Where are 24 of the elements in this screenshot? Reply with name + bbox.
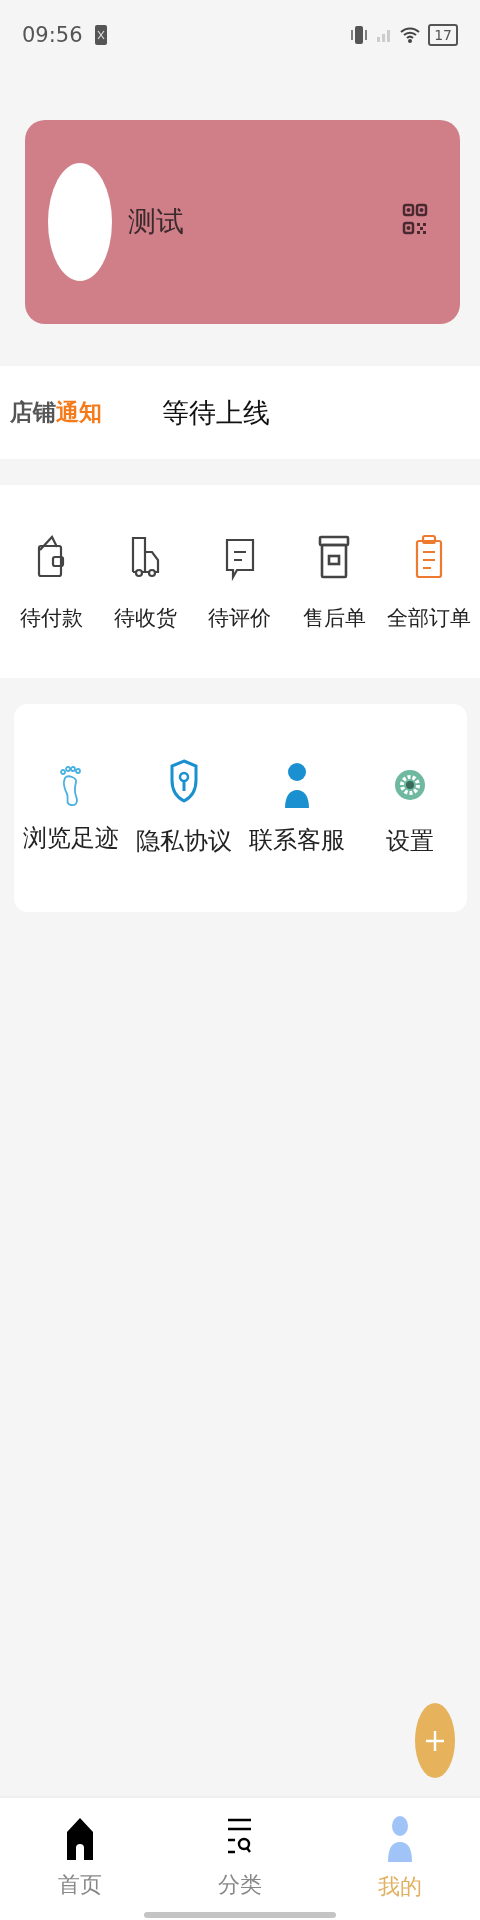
order-item[interactable]: 售后单: [289, 531, 380, 632]
order-item[interactable]: 待评价: [194, 531, 285, 632]
person-icon: [284, 760, 311, 810]
notification-icon: [94, 25, 107, 45]
tab-item[interactable]: 分类: [180, 1798, 300, 1900]
service-item[interactable]: 浏览足迹: [15, 762, 126, 854]
notice-text: 等待上线: [162, 395, 270, 430]
order-item[interactable]: 待付款: [6, 531, 97, 632]
service-item[interactable]: 联系客服: [242, 760, 353, 856]
shop-notice-logo: 店铺通知: [10, 398, 102, 427]
plus-icon: [425, 1728, 445, 1753]
signal-icon: [376, 28, 393, 42]
wifi-icon: [400, 26, 421, 44]
status-time: 09:56: [22, 23, 83, 47]
tab-item[interactable]: 首页: [20, 1798, 140, 1900]
battery-level: 17: [428, 24, 458, 46]
profile-card[interactable]: 测试: [25, 120, 460, 324]
order-item[interactable]: 全部订单: [383, 531, 474, 632]
service-item[interactable]: 设置: [355, 759, 466, 857]
person-icon: [387, 1814, 413, 1864]
vibrate-icon: [350, 25, 369, 45]
order-item[interactable]: 待收货: [100, 531, 191, 632]
user-name: 测试: [128, 204, 184, 240]
service-item[interactable]: 隐私协议: [128, 759, 239, 857]
